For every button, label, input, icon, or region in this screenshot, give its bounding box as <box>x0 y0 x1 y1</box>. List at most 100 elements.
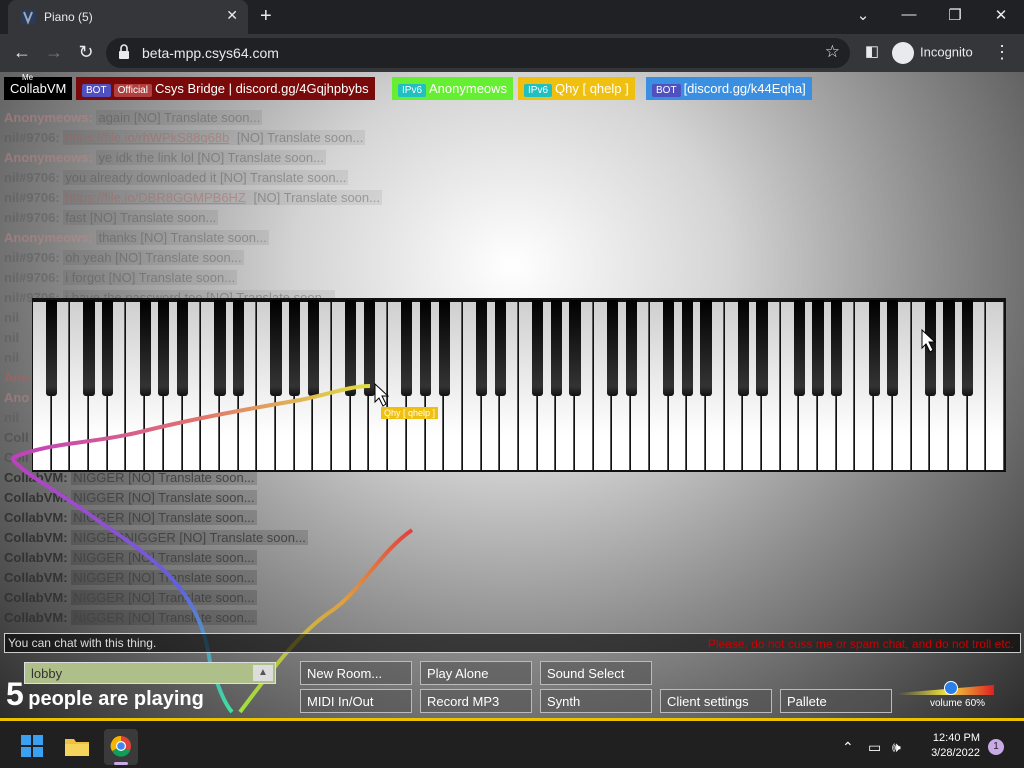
black-key[interactable] <box>158 300 170 396</box>
minimize-icon[interactable]: — <box>894 6 924 23</box>
chat-author: Coll <box>4 430 29 445</box>
chat-author: Coll <box>4 450 29 465</box>
reload-icon[interactable]: ↻ <box>74 42 98 63</box>
forward-icon[interactable]: → <box>42 42 66 63</box>
clock[interactable]: 12:40 PM 3/28/2022 <box>920 731 980 761</box>
black-key[interactable] <box>139 300 151 396</box>
file-explorer-icon[interactable] <box>64 735 90 757</box>
piano-favicon-icon <box>21 10 35 25</box>
black-key[interactable] <box>812 300 824 396</box>
chat-author: nil#9706: <box>4 170 60 185</box>
chrome-taskbar-button[interactable] <box>104 729 138 765</box>
black-key[interactable] <box>793 300 805 396</box>
black-key[interactable] <box>494 300 506 396</box>
speaker-icon[interactable]: 🕪 <box>892 739 901 756</box>
windows-start-icon[interactable] <box>21 735 43 757</box>
piano-keyboard[interactable] <box>32 298 1006 472</box>
user-badge: BOT <box>652 84 681 97</box>
chat-message: Anonymeows: again [NO] Translate soon... <box>4 108 464 128</box>
user-0[interactable]: Me CollabVM <box>4 73 73 100</box>
black-key[interactable] <box>233 300 245 396</box>
user-4[interactable]: BOT [discord.gg/k44Eqha] <box>646 77 812 100</box>
volume-knob[interactable] <box>944 681 958 695</box>
black-key[interactable] <box>532 300 544 396</box>
black-key[interactable] <box>737 300 749 396</box>
tab-search-icon[interactable]: ⌄ <box>848 6 878 24</box>
record-mp3-button[interactable]: Record MP3 <box>420 689 532 713</box>
black-key[interactable] <box>176 300 189 396</box>
black-key[interactable] <box>270 300 282 396</box>
black-key[interactable] <box>700 300 712 396</box>
user-3[interactable]: IPv6 Qhy [ qhelp ] <box>518 77 635 100</box>
tab-piano[interactable]: Piano (5) ✕ <box>8 0 248 34</box>
incognito-indicator[interactable]: Incognito <box>892 42 973 64</box>
black-key[interactable] <box>625 300 637 396</box>
restore-icon[interactable]: ❐ <box>940 6 970 24</box>
black-key[interactable] <box>345 300 357 396</box>
black-key[interactable] <box>962 300 974 396</box>
black-key[interactable] <box>419 300 432 396</box>
chat-author: nil#9706: <box>4 250 60 265</box>
black-key[interactable] <box>924 300 936 396</box>
network-icon[interactable]: ▭ <box>868 739 881 756</box>
new-tab-icon[interactable]: + <box>260 5 272 28</box>
chat-message: CollabVM: NIGGER [NO] Translate soon... <box>4 508 464 528</box>
user-1[interactable]: BOT Official Csys Bridge | discord.gg/4Gqj… <box>76 77 375 100</box>
black-key[interactable] <box>476 300 488 396</box>
new-room-button[interactable]: New Room... <box>300 661 412 685</box>
side-panel-icon[interactable]: ◧ <box>860 42 884 60</box>
black-key[interactable] <box>307 300 319 396</box>
tab-title: Piano (5) <box>44 10 93 24</box>
white-key[interactable] <box>986 302 1004 470</box>
black-key[interactable] <box>214 300 226 396</box>
chat-author: Anonymeows: <box>4 150 93 165</box>
black-key[interactable] <box>363 300 376 396</box>
black-key[interactable] <box>681 300 693 396</box>
black-key[interactable] <box>887 300 899 396</box>
chat-text: ye idk the link lol [NO] Translate soon.… <box>96 150 326 165</box>
chat-author: Ano <box>4 370 30 385</box>
chat-message: CollabVM: NIGGER [NO] Translate soon... <box>4 488 464 508</box>
url-text[interactable]: beta-mpp.csys64.com <box>142 45 279 61</box>
black-key[interactable] <box>569 300 581 396</box>
black-key[interactable] <box>438 300 450 396</box>
synth-button[interactable]: Synth <box>540 689 652 713</box>
black-key[interactable] <box>662 300 675 396</box>
black-key[interactable] <box>831 300 843 396</box>
chevron-up-icon[interactable]: ▲ <box>253 665 273 681</box>
notification-badge[interactable]: 1 <box>988 739 1004 755</box>
black-key[interactable] <box>756 300 768 396</box>
black-key[interactable] <box>289 300 301 396</box>
pallete-button[interactable]: Pallete <box>780 689 892 713</box>
volume-label: volume 60% <box>930 698 986 709</box>
client-settings-button[interactable]: Client settings <box>660 689 772 713</box>
black-key[interactable] <box>550 300 562 396</box>
midi-button[interactable]: MIDI In/Out <box>300 689 412 713</box>
chat-text: NIGGER [NO] Translate soon... <box>71 610 257 625</box>
chat-link[interactable]: https://file.io/DBR8GGMPB6HZ <box>63 190 248 205</box>
black-key[interactable] <box>868 300 880 396</box>
lock-icon[interactable] <box>118 44 130 60</box>
black-key[interactable] <box>102 300 114 396</box>
address-bar[interactable]: beta-mpp.csys64.com ☆ <box>106 38 850 68</box>
user-name: [discord.gg/k44Eqha] <box>683 81 806 96</box>
chat-message: CollabVM: NIGGERNIGGER [NO] Translate so… <box>4 528 464 548</box>
black-key[interactable] <box>83 300 95 396</box>
user-2[interactable]: IPv6 Anonymeows <box>392 77 514 100</box>
black-key[interactable] <box>46 300 58 396</box>
sound-select-button[interactable]: Sound Select <box>540 661 652 685</box>
black-key[interactable] <box>401 300 413 396</box>
volume-slider[interactable]: volume 60% <box>896 680 996 710</box>
black-key[interactable] <box>606 300 619 396</box>
black-key[interactable] <box>943 300 955 396</box>
chat-text: [NO] Translate soon... <box>247 190 382 205</box>
play-alone-button[interactable]: Play Alone <box>420 661 532 685</box>
chat-link[interactable]: https://file.io/rhWPkS88q68b <box>63 130 232 145</box>
menu-kebab-icon[interactable]: ⋮ <box>990 42 1014 63</box>
back-icon[interactable]: ← <box>10 42 34 63</box>
chat-input[interactable]: You can chat with this thing. Please, do… <box>4 633 1021 653</box>
chevron-up-tray-icon[interactable]: ⌃ <box>842 739 854 756</box>
bookmark-star-icon[interactable]: ☆ <box>825 42 840 62</box>
close-tab-icon[interactable]: ✕ <box>226 7 238 24</box>
close-window-icon[interactable]: ✕ <box>986 6 1016 24</box>
